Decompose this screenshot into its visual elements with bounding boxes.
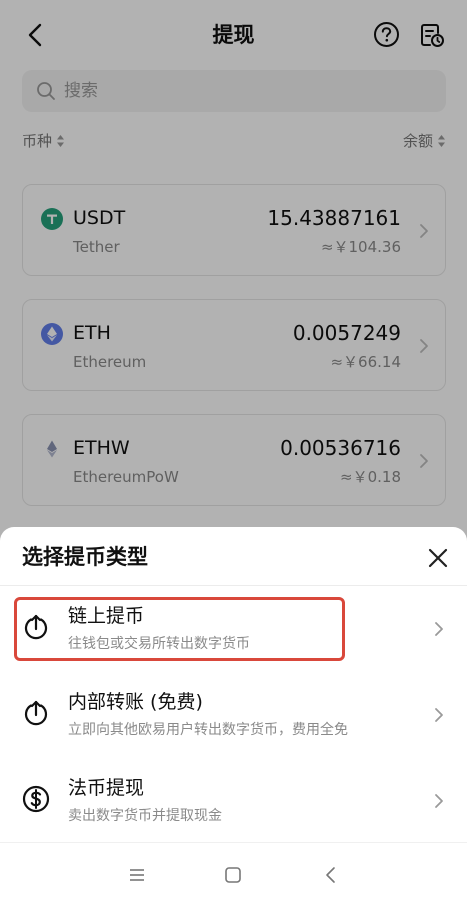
upload-circle-icon xyxy=(24,614,48,640)
option-description: 卖出数字货币并提取现金 xyxy=(68,808,222,824)
dollar-circle-icon xyxy=(22,785,50,813)
nav-menu-button[interactable] xyxy=(125,863,149,887)
upload-circle-icon xyxy=(24,700,48,726)
close-button[interactable] xyxy=(426,546,450,570)
menu-icon xyxy=(130,869,144,881)
sheet-title: 选择提币类型 xyxy=(22,545,148,569)
back-chevron-icon xyxy=(326,867,335,883)
option-fiat-withdraw[interactable]: 法币提现 卖出数字货币并提取现金 xyxy=(0,758,467,844)
chevron-right-icon xyxy=(435,622,443,636)
system-nav-bar xyxy=(0,842,467,904)
withdraw-type-sheet: 选择提币类型 链上提币 往钱包或交易所转出数字货币 内部转账 (免费) 立即向其… xyxy=(0,527,467,904)
home-square-icon xyxy=(225,867,241,883)
option-title: 内部转账 (免费) xyxy=(68,691,203,713)
option-description: 往钱包或交易所转出数字货币 xyxy=(68,636,250,652)
nav-home-button[interactable] xyxy=(221,863,245,887)
option-internal-transfer[interactable]: 内部转账 (免费) 立即向其他欧易用户转出数字货币，费用全免 xyxy=(0,672,467,758)
withdraw-page: 提现 搜索 币种 余额 USDT Tether 15.43887161 ≈￥10… xyxy=(0,0,467,904)
close-icon xyxy=(428,548,448,568)
chevron-right-icon xyxy=(435,708,443,722)
chevron-right-icon xyxy=(435,794,443,808)
option-onchain-withdraw[interactable]: 链上提币 往钱包或交易所转出数字货币 xyxy=(0,586,467,672)
option-description: 立即向其他欧易用户转出数字货币，费用全免 xyxy=(68,722,348,738)
nav-back-button[interactable] xyxy=(319,863,343,887)
option-title: 链上提币 xyxy=(68,605,145,627)
option-title: 法币提现 xyxy=(68,777,145,799)
